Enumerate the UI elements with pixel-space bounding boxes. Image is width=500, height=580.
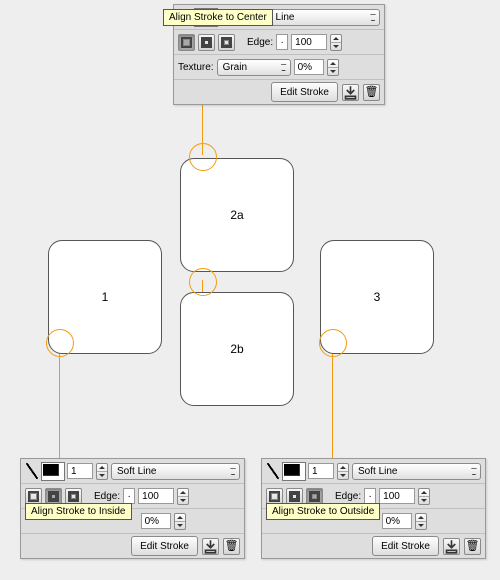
texture-pct-stepper[interactable]: [174, 513, 186, 530]
stroke-type-value: Soft Line: [358, 466, 397, 477]
connector-line: [59, 350, 60, 458]
stroke-type-dropdown[interactable]: t Line: [264, 9, 380, 26]
align-center-icon: [28, 491, 39, 502]
align-outside-icon: [221, 37, 232, 48]
align-center-button[interactable]: [266, 488, 283, 505]
apply-to-selection-button[interactable]: [443, 538, 460, 555]
shape-label: 2b: [230, 342, 243, 356]
align-center-icon: [181, 37, 192, 48]
stroke-type-dropdown[interactable]: Soft Line: [352, 463, 481, 480]
apply-to-selection-button[interactable]: [202, 538, 219, 555]
delete-stroke-button[interactable]: [464, 538, 481, 555]
edge-label: Edge:: [94, 491, 120, 502]
edge-label: Edge:: [335, 491, 361, 502]
inject-icon: [203, 539, 218, 554]
texture-value: Grain: [223, 62, 247, 73]
edge-swatch[interactable]: ·: [276, 34, 288, 50]
edit-stroke-button[interactable]: Edit Stroke: [271, 82, 338, 102]
edit-stroke-button[interactable]: Edit Stroke: [372, 536, 439, 556]
align-inside-button[interactable]: [45, 488, 62, 505]
texture-pct-input[interactable]: 0%: [294, 59, 324, 75]
align-outside-button[interactable]: [218, 34, 235, 51]
texture-dropdown[interactable]: Grain: [217, 59, 291, 76]
edge-stepper[interactable]: [418, 488, 430, 505]
edge-input[interactable]: 100: [138, 488, 174, 504]
edge-input[interactable]: 100: [291, 34, 327, 50]
connector-line: [332, 350, 333, 458]
pencil-icon: [24, 463, 40, 479]
tooltip-align-inside: Align Stroke to Inside: [25, 503, 132, 520]
edge-input[interactable]: 100: [379, 488, 415, 504]
align-inside-icon: [289, 491, 300, 502]
shape-label: 3: [374, 290, 381, 304]
apply-to-selection-button[interactable]: [342, 84, 359, 101]
stroke-width-input[interactable]: 1: [308, 463, 334, 479]
tooltip-align-center: Align Stroke to Center: [163, 9, 273, 26]
align-center-button[interactable]: [178, 34, 195, 51]
pencil-icon: [265, 463, 281, 479]
texture-pct-input[interactable]: 0%: [382, 513, 412, 529]
highlight-circle: [189, 268, 217, 296]
edge-stepper[interactable]: [330, 34, 342, 51]
align-inside-icon: [201, 37, 212, 48]
delete-stroke-button[interactable]: [363, 84, 380, 101]
align-inside-icon: [48, 491, 59, 502]
edit-stroke-button[interactable]: Edit Stroke: [131, 536, 198, 556]
align-center-icon: [269, 491, 280, 502]
align-center-button[interactable]: [25, 488, 42, 505]
edge-swatch[interactable]: ·: [123, 488, 135, 504]
stroke-type-dropdown[interactable]: Soft Line: [111, 463, 240, 480]
sample-shape-2a: 2a: [180, 158, 294, 272]
edge-stepper[interactable]: [177, 488, 189, 505]
align-outside-button[interactable]: [65, 488, 82, 505]
shape-label: 2a: [230, 208, 243, 222]
inject-icon: [343, 85, 358, 100]
align-outside-icon: [68, 491, 79, 502]
edge-label: Edge:: [247, 37, 273, 48]
tooltip-align-outside: Align Stroke to Outside: [266, 503, 380, 520]
highlight-circle: [46, 329, 74, 357]
inject-icon: [444, 539, 459, 554]
stroke-width-stepper[interactable]: [337, 463, 349, 480]
highlight-circle: [189, 143, 217, 171]
texture-pct-stepper[interactable]: [415, 513, 427, 530]
edge-swatch[interactable]: ·: [364, 488, 376, 504]
align-inside-button[interactable]: [198, 34, 215, 51]
align-inside-button[interactable]: [286, 488, 303, 505]
highlight-circle: [319, 329, 347, 357]
align-outside-button[interactable]: [306, 488, 323, 505]
texture-pct-input[interactable]: 0%: [141, 513, 171, 529]
stroke-color-well[interactable]: [283, 463, 305, 480]
texture-pct-stepper[interactable]: [327, 59, 339, 76]
stroke-type-value: t Line: [270, 12, 294, 23]
stroke-type-value: Soft Line: [117, 466, 156, 477]
sample-shape-2b: 2b: [180, 292, 294, 406]
stroke-width-input[interactable]: 1: [67, 463, 93, 479]
texture-label: Texture:: [178, 62, 214, 73]
shape-label: 1: [102, 290, 109, 304]
stroke-color-well[interactable]: [42, 463, 64, 480]
align-outside-icon: [309, 491, 320, 502]
delete-stroke-button[interactable]: [223, 538, 240, 555]
stroke-width-stepper[interactable]: [96, 463, 108, 480]
